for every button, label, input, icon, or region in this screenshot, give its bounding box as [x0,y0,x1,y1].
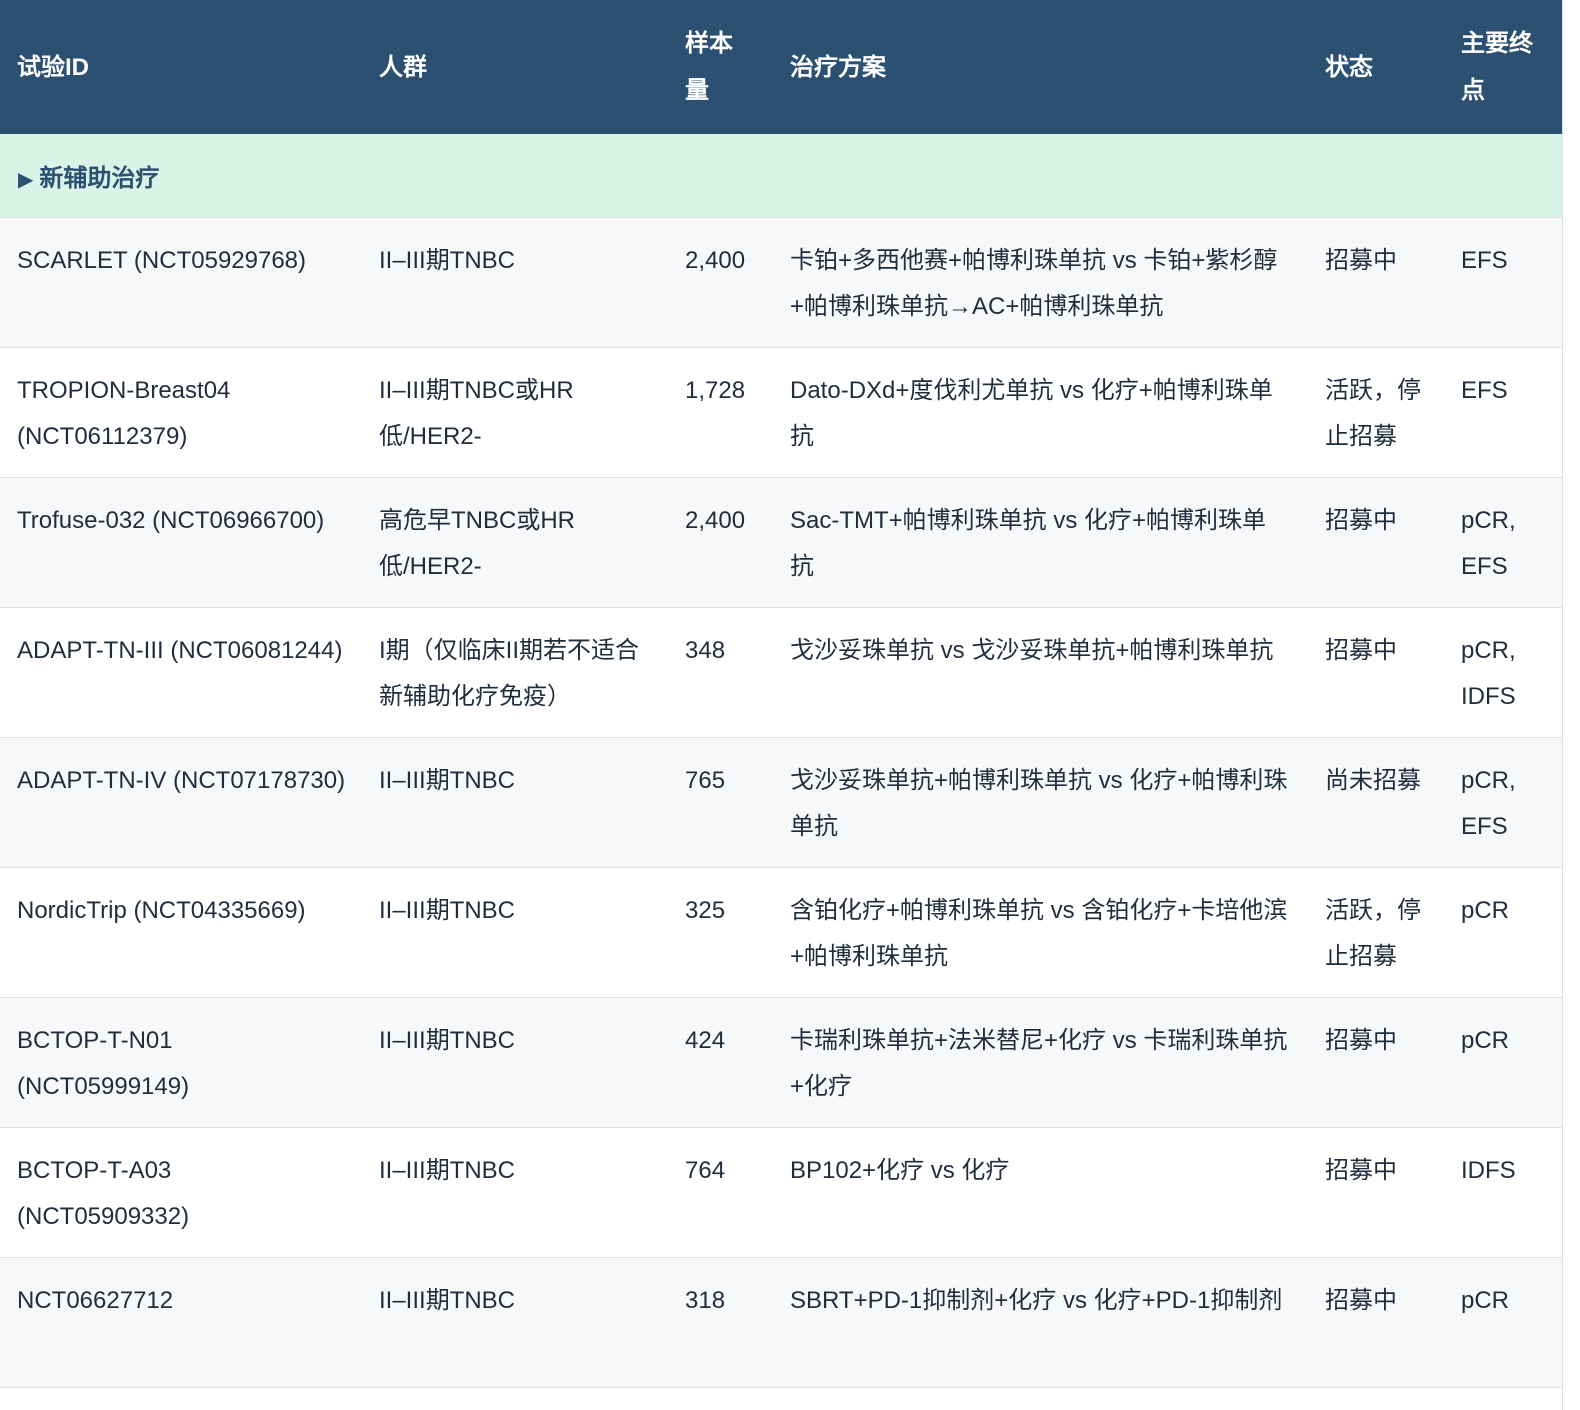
cell-primary-endpoint: pCR, EFS [1444,737,1562,868]
cell-primary-endpoint: pCR, EFS [1444,477,1562,608]
header-population[interactable]: 人群 [362,0,668,134]
cell-sample-size: 2,400 [668,477,773,608]
cell-status: 招募中 [1308,217,1444,348]
cell-population: II–III期TNBC [362,1257,668,1388]
cell-trial-id: NCT06627712 [0,1257,362,1388]
cell-population: II–III期TNBC [362,217,668,348]
header-regimen[interactable]: 治疗方案 [773,0,1308,134]
cell-population: II–III期TNBC或HR低/HER2- [362,347,668,478]
cell-status: 活跃，停止招募 [1308,347,1444,478]
cell-primary-endpoint: EFS [1444,217,1562,348]
cell-primary-endpoint: IDFS [1444,1127,1562,1258]
section-label: 新辅助治疗 [39,164,160,192]
header-trial-id[interactable]: 试验ID [0,0,362,134]
cell-population: II–III期TNBC [362,1127,668,1258]
cell-primary-endpoint: pCR [1444,867,1562,998]
cell-trial-id: ADAPT-TN-III (NCT06081244) [0,607,362,738]
table-row[interactable]: SCARLET (NCT05929768) II–III期TNBC 2,400 卡铂+… [0,217,1562,348]
cell-sample-size: 764 [668,1127,773,1258]
table-row[interactable]: BCTOP-T-N01 (NCT05999149) II–III期TNBC 424 卡… [0,997,1562,1128]
cell-trial-id: TROPION-Breast04 (NCT06112379) [0,347,362,478]
cell-regimen: SBRT+PD-1抑制剂+化疗 vs 化疗+PD-1抑制剂 [773,1257,1308,1388]
cell-primary-endpoint: pCR [1444,1257,1562,1388]
cell-trial-id: BCTOP-T-N01 (NCT05999149) [0,997,362,1128]
clinical-trials-table: 试验ID 人群 样本量 治疗方案 状态 主要终点 ▶ 新辅助治疗 SCARLET … [0,0,1562,1388]
cell-population: I期（仅临床II期若不适合新辅助化疗免疫） [362,607,668,738]
cell-regimen: 卡瑞利珠单抗+法米替尼+化疗 vs 卡瑞利珠单抗+化疗 [773,997,1308,1128]
cell-status: 招募中 [1308,607,1444,738]
table-body: ▶ 新辅助治疗 SCARLET (NCT05929768) II–III期TNBC 2… [0,134,1562,1388]
section-cell[interactable]: ▶ 新辅助治疗 [0,134,1562,218]
cell-regimen: 卡铂+多西他赛+帕博利珠单抗 vs 卡铂+紫杉醇+帕博利珠单抗→AC+帕博利珠单… [773,217,1308,348]
cell-trial-id: ADAPT-TN-IV (NCT07178730) [0,737,362,868]
cell-primary-endpoint: EFS [1444,347,1562,478]
cell-sample-size: 1,728 [668,347,773,478]
cell-regimen: Dato-DXd+度伐利尤单抗 vs 化疗+帕博利珠单抗 [773,347,1308,478]
cell-regimen: 含铂化疗+帕博利珠单抗 vs 含铂化疗+卡培他滨+帕博利珠单抗 [773,867,1308,998]
cell-primary-endpoint: pCR, IDFS [1444,607,1562,738]
cell-population: 高危早TNBC或HR低/HER2- [362,477,668,608]
cell-status: 活跃，停止招募 [1308,867,1444,998]
expand-triangle-icon[interactable]: ▶ [18,167,33,192]
cell-sample-size: 325 [668,867,773,998]
cell-trial-id: Trofuse-032 (NCT06966700) [0,477,362,608]
table-row[interactable]: ADAPT-TN-III (NCT06081244) I期（仅临床II期若不适合新… [0,607,1562,738]
header-status[interactable]: 状态 [1308,0,1444,134]
cell-status: 尚未招募 [1308,737,1444,868]
cell-sample-size: 348 [668,607,773,738]
trials-table-container: 试验ID 人群 样本量 治疗方案 状态 主要终点 ▶ 新辅助治疗 SCARLET … [0,0,1563,1410]
cell-status: 招募中 [1308,477,1444,608]
cell-sample-size: 318 [668,1257,773,1388]
table-row[interactable]: ADAPT-TN-IV (NCT07178730) II–III期TNBC 765 戈… [0,737,1562,868]
cell-status: 招募中 [1308,1127,1444,1258]
cell-population: II–III期TNBC [362,997,668,1128]
table-row[interactable]: NCT06627712 II–III期TNBC 318 SBRT+PD-1抑制剂+化疗… [0,1257,1562,1388]
table-row[interactable]: Trofuse-032 (NCT06966700) 高危早TNBC或HR低/HER… [0,477,1562,608]
cell-trial-id: NordicTrip (NCT04335669) [0,867,362,998]
table-row[interactable]: NordicTrip (NCT04335669) II–III期TNBC 325 含铂… [0,867,1562,998]
cell-population: II–III期TNBC [362,867,668,998]
header-sample-size[interactable]: 样本量 [668,0,773,134]
cell-primary-endpoint: pCR [1444,997,1562,1128]
cell-sample-size: 424 [668,997,773,1128]
header-row: 试验ID 人群 样本量 治疗方案 状态 主要终点 [0,0,1562,134]
section-row-neoadjuvant[interactable]: ▶ 新辅助治疗 [0,134,1562,218]
cell-status: 招募中 [1308,1257,1444,1388]
table-header: 试验ID 人群 样本量 治疗方案 状态 主要终点 [0,0,1562,134]
cell-trial-id: BCTOP-T-A03 (NCT05909332) [0,1127,362,1258]
cell-status: 招募中 [1308,997,1444,1128]
cell-sample-size: 2,400 [668,217,773,348]
cell-regimen: BP102+化疗 vs 化疗 [773,1127,1308,1258]
cell-trial-id: SCARLET (NCT05929768) [0,217,362,348]
table-row[interactable]: BCTOP-T-A03 (NCT05909332) II–III期TNBC 764 B… [0,1127,1562,1258]
cell-regimen: 戈沙妥珠单抗 vs 戈沙妥珠单抗+帕博利珠单抗 [773,607,1308,738]
table-row[interactable]: TROPION-Breast04 (NCT06112379) II–III期TNB… [0,347,1562,478]
cell-sample-size: 765 [668,737,773,868]
cell-population: II–III期TNBC [362,737,668,868]
header-primary-endpoint[interactable]: 主要终点 [1444,0,1562,134]
cell-regimen: 戈沙妥珠单抗+帕博利珠单抗 vs 化疗+帕博利珠单抗 [773,737,1308,868]
cell-regimen: Sac-TMT+帕博利珠单抗 vs 化疗+帕博利珠单抗 [773,477,1308,608]
